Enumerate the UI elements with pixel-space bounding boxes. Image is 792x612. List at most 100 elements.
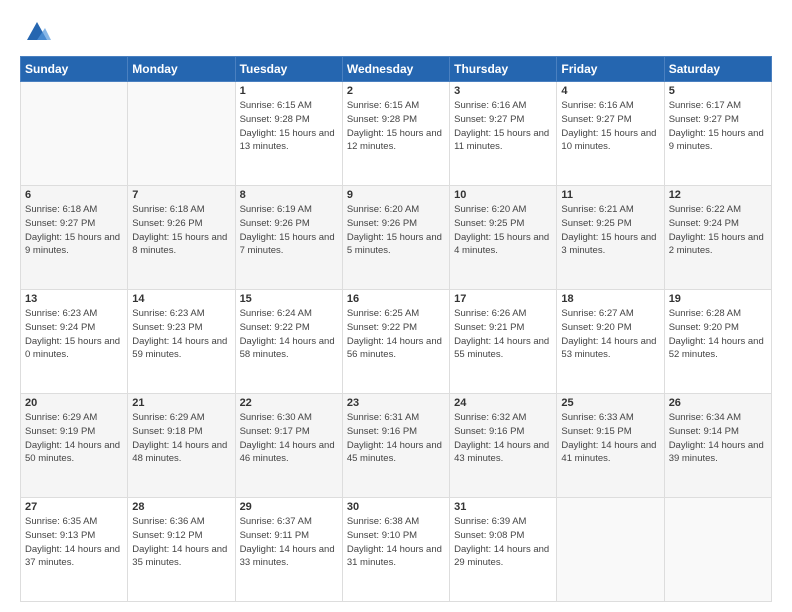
day-number: 31 <box>454 501 552 513</box>
calendar-cell <box>21 82 128 186</box>
day-number: 18 <box>561 293 659 305</box>
day-info: Sunrise: 6:33 AMSunset: 9:15 PMDaylight:… <box>561 411 659 466</box>
day-info: Sunrise: 6:23 AMSunset: 9:24 PMDaylight:… <box>25 307 123 362</box>
day-info: Sunrise: 6:15 AMSunset: 9:28 PMDaylight:… <box>347 99 445 154</box>
logo <box>20 18 51 46</box>
day-info: Sunrise: 6:17 AMSunset: 9:27 PMDaylight:… <box>669 99 767 154</box>
day-number: 5 <box>669 85 767 97</box>
day-info: Sunrise: 6:34 AMSunset: 9:14 PMDaylight:… <box>669 411 767 466</box>
day-number: 24 <box>454 397 552 409</box>
calendar-cell: 25 Sunrise: 6:33 AMSunset: 9:15 PMDayligh… <box>557 394 664 498</box>
calendar-cell: 18Sunrise: 6:27 AMSunset: 9:20 PMDayligh… <box>557 290 664 394</box>
day-info: Sunrise: 6:32 AMSunset: 9:16 PMDaylight:… <box>454 411 552 466</box>
day-info: Sunrise: 6:24 AMSunset: 9:22 PMDaylight:… <box>240 307 338 362</box>
calendar-cell: 5 Sunrise: 6:17 AMSunset: 9:27 PMDaylight… <box>664 82 771 186</box>
calendar-cell <box>128 82 235 186</box>
calendar-cell: 15 Sunrise: 6:24 AMSunset: 9:22 PMDayligh… <box>235 290 342 394</box>
calendar-cell: 11 Sunrise: 6:21 AMSunset: 9:25 PMDayligh… <box>557 186 664 290</box>
day-info: Sunrise: 6:39 AMSunset: 9:08 PMDaylight:… <box>454 515 552 570</box>
day-info: Sunrise: 6:35 AMSunset: 9:13 PMDaylight:… <box>25 515 123 570</box>
day-info: Sunrise: 6:31 AMSunset: 9:16 PMDaylight:… <box>347 411 445 466</box>
day-number: 21 <box>132 397 230 409</box>
day-number: 3 <box>454 85 552 97</box>
day-info: Sunrise: 6:29 AMSunset: 9:18 PMDaylight:… <box>132 411 230 466</box>
calendar-cell: 17 Sunrise: 6:26 AMSunset: 9:21 PMDayligh… <box>450 290 557 394</box>
logo-icon <box>23 18 51 46</box>
day-number: 30 <box>347 501 445 513</box>
calendar-cell: 12 Sunrise: 6:22 AMSunset: 9:24 PMDayligh… <box>664 186 771 290</box>
day-number: 29 <box>240 501 338 513</box>
col-tuesday: Tuesday <box>235 57 342 82</box>
day-info: Sunrise: 6:36 AMSunset: 9:12 PMDaylight:… <box>132 515 230 570</box>
day-number: 19 <box>669 293 767 305</box>
day-number: 23 <box>347 397 445 409</box>
calendar-cell: 4 Sunrise: 6:16 AMSunset: 9:27 PMDaylight… <box>557 82 664 186</box>
day-info: Sunrise: 6:30 AMSunset: 9:17 PMDaylight:… <box>240 411 338 466</box>
day-info: Sunrise: 6:26 AMSunset: 9:21 PMDaylight:… <box>454 307 552 362</box>
day-info: Sunrise: 6:19 AMSunset: 9:26 PMDaylight:… <box>240 203 338 258</box>
calendar-cell: 10 Sunrise: 6:20 AMSunset: 9:25 PMDayligh… <box>450 186 557 290</box>
calendar-cell: 21 Sunrise: 6:29 AMSunset: 9:18 PMDayligh… <box>128 394 235 498</box>
day-info: Sunrise: 6:37 AMSunset: 9:11 PMDaylight:… <box>240 515 338 570</box>
calendar-cell: 31 Sunrise: 6:39 AMSunset: 9:08 PMDayligh… <box>450 498 557 602</box>
day-info: Sunrise: 6:21 AMSunset: 9:25 PMDaylight:… <box>561 203 659 258</box>
col-monday: Monday <box>128 57 235 82</box>
calendar-cell <box>664 498 771 602</box>
col-thursday: Thursday <box>450 57 557 82</box>
day-number: 26 <box>669 397 767 409</box>
calendar-cell: 24 Sunrise: 6:32 AMSunset: 9:16 PMDayligh… <box>450 394 557 498</box>
calendar-cell: 13Sunrise: 6:23 AMSunset: 9:24 PMDayligh… <box>21 290 128 394</box>
day-info: Sunrise: 6:29 AMSunset: 9:19 PMDaylight:… <box>25 411 123 466</box>
day-info: Sunrise: 6:16 AMSunset: 9:27 PMDaylight:… <box>561 99 659 154</box>
day-number: 7 <box>132 189 230 201</box>
calendar-cell <box>557 498 664 602</box>
calendar-cell: 3 Sunrise: 6:16 AMSunset: 9:27 PMDaylight… <box>450 82 557 186</box>
col-friday: Friday <box>557 57 664 82</box>
day-number: 20 <box>25 397 123 409</box>
calendar-cell: 30Sunrise: 6:38 AMSunset: 9:10 PMDayligh… <box>342 498 449 602</box>
day-number: 12 <box>669 189 767 201</box>
col-sunday: Sunday <box>21 57 128 82</box>
day-info: Sunrise: 6:23 AMSunset: 9:23 PMDaylight:… <box>132 307 230 362</box>
day-number: 17 <box>454 293 552 305</box>
calendar-cell: 27 Sunrise: 6:35 AMSunset: 9:13 PMDayligh… <box>21 498 128 602</box>
day-number: 22 <box>240 397 338 409</box>
day-number: 27 <box>25 501 123 513</box>
day-info: Sunrise: 6:28 AMSunset: 9:20 PMDaylight:… <box>669 307 767 362</box>
day-info: Sunrise: 6:20 AMSunset: 9:25 PMDaylight:… <box>454 203 552 258</box>
day-info: Sunrise: 6:15 AMSunset: 9:28 PMDaylight:… <box>240 99 338 154</box>
calendar-cell: 19 Sunrise: 6:28 AMSunset: 9:20 PMDayligh… <box>664 290 771 394</box>
calendar-cell: 2Sunrise: 6:15 AMSunset: 9:28 PMDaylight… <box>342 82 449 186</box>
day-info: Sunrise: 6:22 AMSunset: 9:24 PMDaylight:… <box>669 203 767 258</box>
day-number: 25 <box>561 397 659 409</box>
col-saturday: Saturday <box>664 57 771 82</box>
day-number: 11 <box>561 189 659 201</box>
calendar-table: Sunday Monday Tuesday Wednesday Thursday… <box>20 56 772 602</box>
calendar-cell: 23 Sunrise: 6:31 AMSunset: 9:16 PMDayligh… <box>342 394 449 498</box>
day-number: 1 <box>240 85 338 97</box>
header <box>20 18 772 46</box>
day-number: 4 <box>561 85 659 97</box>
page: Sunday Monday Tuesday Wednesday Thursday… <box>0 0 792 612</box>
calendar-week-row: 13Sunrise: 6:23 AMSunset: 9:24 PMDayligh… <box>21 290 772 394</box>
calendar-week-row: 20 Sunrise: 6:29 AMSunset: 9:19 PMDayligh… <box>21 394 772 498</box>
calendar-cell: 14Sunrise: 6:23 AMSunset: 9:23 PMDayligh… <box>128 290 235 394</box>
calendar-cell: 7 Sunrise: 6:18 AMSunset: 9:26 PMDaylight… <box>128 186 235 290</box>
calendar-week-row: 27 Sunrise: 6:35 AMSunset: 9:13 PMDayligh… <box>21 498 772 602</box>
calendar-cell: 29 Sunrise: 6:37 AMSunset: 9:11 PMDayligh… <box>235 498 342 602</box>
day-number: 8 <box>240 189 338 201</box>
calendar-cell: 20 Sunrise: 6:29 AMSunset: 9:19 PMDayligh… <box>21 394 128 498</box>
col-wednesday: Wednesday <box>342 57 449 82</box>
day-number: 9 <box>347 189 445 201</box>
calendar-cell: 8 Sunrise: 6:19 AMSunset: 9:26 PMDaylight… <box>235 186 342 290</box>
calendar-cell: 16Sunrise: 6:25 AMSunset: 9:22 PMDayligh… <box>342 290 449 394</box>
day-info: Sunrise: 6:18 AMSunset: 9:26 PMDaylight:… <box>132 203 230 258</box>
calendar-cell: 9 Sunrise: 6:20 AMSunset: 9:26 PMDaylight… <box>342 186 449 290</box>
day-info: Sunrise: 6:18 AMSunset: 9:27 PMDaylight:… <box>25 203 123 258</box>
calendar-cell: 28Sunrise: 6:36 AMSunset: 9:12 PMDayligh… <box>128 498 235 602</box>
day-info: Sunrise: 6:16 AMSunset: 9:27 PMDaylight:… <box>454 99 552 154</box>
day-info: Sunrise: 6:20 AMSunset: 9:26 PMDaylight:… <box>347 203 445 258</box>
day-number: 6 <box>25 189 123 201</box>
day-number: 15 <box>240 293 338 305</box>
day-number: 10 <box>454 189 552 201</box>
